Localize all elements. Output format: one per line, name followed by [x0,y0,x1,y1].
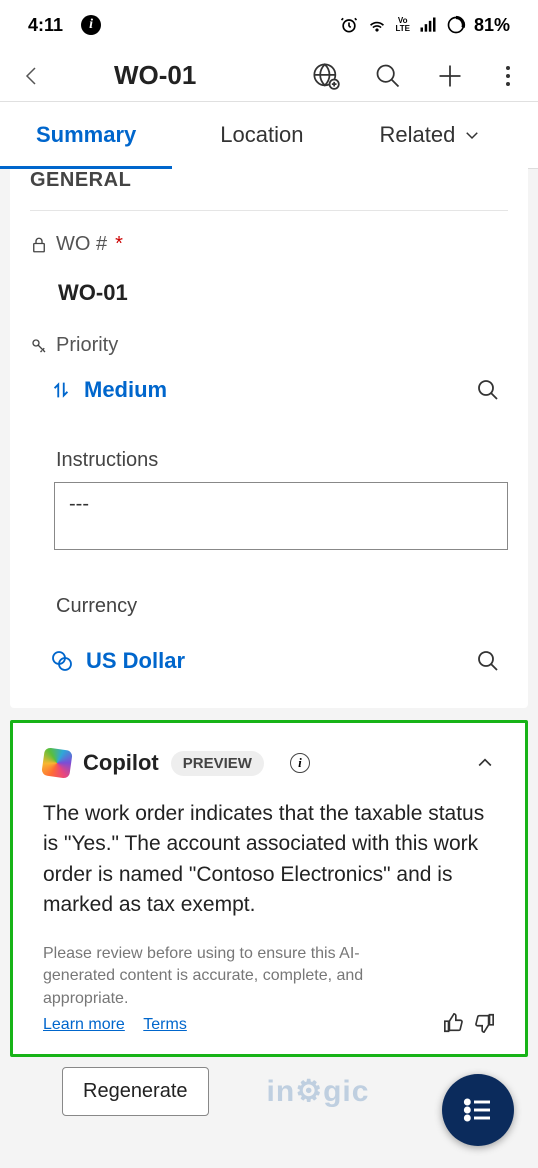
battery-icon [446,15,466,35]
globe-icon[interactable] [312,62,340,90]
instructions-input[interactable] [54,482,508,550]
form-card: GENERAL WO # * WO-01 Priority Medium Inst… [10,163,528,708]
app-header: WO-01 [0,50,538,102]
field-currency: Currency US Dollar [30,555,508,680]
status-bar: 4:11 i Vo LTE 81% [0,0,538,50]
field-instructions: Instructions [30,409,508,555]
plus-icon[interactable] [436,62,464,90]
tab-location-label: Location [220,122,303,148]
search-icon[interactable] [476,649,500,673]
copilot-disclaimer: Please review before using to ensure thi… [43,943,431,1010]
copilot-card: Copilot PREVIEW i The work order indicat… [10,720,528,1057]
list-icon [462,1094,494,1126]
lock-icon [30,236,48,254]
priority-lookup[interactable]: Medium [30,357,508,409]
tab-summary[interactable]: Summary [0,102,172,168]
tabs: Summary Location Related [0,102,538,169]
menu-fab[interactable] [442,1074,514,1146]
search-icon[interactable] [476,378,500,402]
tab-location[interactable]: Location [200,102,323,168]
signal-icon [418,15,438,35]
info-icon: i [81,15,101,35]
page-title: WO-01 [114,60,196,91]
tab-related-label: Related [379,122,455,148]
more-icon[interactable] [498,66,518,86]
copilot-summary-text: The work order indicates that the taxabl… [43,799,495,921]
status-time: 4:11 [28,15,63,36]
info-icon[interactable]: i [290,753,310,773]
currency-value: US Dollar [86,648,185,674]
tab-related[interactable]: Related [359,102,501,168]
priority-value: Medium [84,377,167,403]
volte-icon: Vo LTE [395,17,410,33]
preview-badge: PREVIEW [171,751,264,776]
terms-link[interactable]: Terms [143,1016,187,1033]
instructions-label: Instructions [30,431,508,482]
field-wo-number: WO # * WO-01 [30,211,508,312]
back-icon[interactable] [20,64,44,88]
key-icon [30,337,48,355]
wo-value: WO-01 [30,256,508,312]
sort-icon [50,379,72,401]
chevron-up-icon[interactable] [475,753,495,773]
currency-label: Currency [30,577,508,628]
learn-more-link[interactable]: Learn more [43,1016,125,1033]
chevron-down-icon [463,126,481,144]
section-general-title: GENERAL [30,163,508,211]
priority-label: Priority [56,334,118,357]
thumbs-down-icon[interactable] [473,1012,495,1034]
currency-lookup[interactable]: US Dollar [30,628,508,680]
battery-percent: 81% [474,15,510,36]
tab-summary-label: Summary [36,122,136,148]
wo-label: WO # [56,233,107,256]
required-icon: * [115,233,123,256]
field-priority: Priority Medium [30,312,508,409]
currency-icon [50,649,74,673]
search-icon[interactable] [374,62,402,90]
watermark: in⚙gic [267,1074,370,1109]
copilot-logo-icon [41,747,73,779]
wifi-icon [367,15,387,35]
alarm-icon [339,15,359,35]
thumbs-up-icon[interactable] [443,1012,465,1034]
copilot-title: Copilot [83,750,159,776]
regenerate-button[interactable]: Regenerate [62,1067,209,1116]
